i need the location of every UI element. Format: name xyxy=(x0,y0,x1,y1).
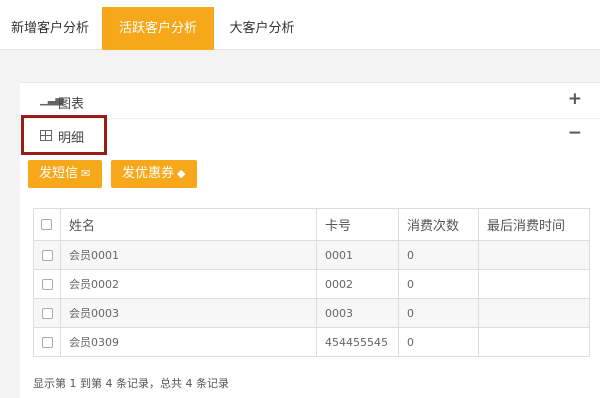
collapse-icon[interactable]: − xyxy=(568,123,582,143)
cell-name: 会员0309 xyxy=(60,327,317,357)
row-select-cell xyxy=(33,327,61,357)
send-coupon-label: 发优惠券 xyxy=(122,166,175,181)
cell-last-visit xyxy=(478,327,590,357)
tab-new-customer-analysis[interactable]: 新增客户分析 xyxy=(0,7,100,50)
cell-name: 会员0001 xyxy=(60,240,317,270)
table-row[interactable]: 会员0309 454455545 0 xyxy=(33,327,590,357)
column-name[interactable]: 姓名 xyxy=(60,208,317,241)
row-select-cell xyxy=(33,298,61,328)
column-visit-count[interactable]: 消费次数 xyxy=(398,208,479,241)
tag-icon: ◆ xyxy=(177,167,186,180)
envelope-icon: ✉ xyxy=(81,167,91,180)
cell-last-visit xyxy=(478,298,590,328)
expand-icon[interactable]: + xyxy=(568,89,582,109)
highlight-box xyxy=(21,115,107,155)
cell-card-number: 0002 xyxy=(316,269,399,299)
pagination-summary: 显示第 1 到第 4 条记录，总共 4 条记录 xyxy=(33,377,229,390)
send-coupon-button[interactable]: 发优惠券 ◆ xyxy=(111,160,197,188)
cell-last-visit xyxy=(478,269,590,299)
cell-card-number: 454455545 xyxy=(316,327,399,357)
cell-visit-count: 0 xyxy=(398,298,479,328)
analysis-panel: ▁▃▅ 图表 + 明细 − 发短信 ✉ 发优惠券 ◆ 姓名 卡号 消费次数 最后消费… xyxy=(20,82,600,398)
column-last-visit[interactable]: 最后消费时间 xyxy=(478,208,590,241)
row-checkbox[interactable] xyxy=(42,308,53,319)
column-card-number[interactable]: 卡号 xyxy=(316,208,399,241)
row-select-cell xyxy=(33,240,61,270)
select-all-cell xyxy=(33,208,61,241)
cell-visit-count: 0 xyxy=(398,269,479,299)
chart-section-label: 图表 xyxy=(58,97,85,112)
chart-section-header[interactable]: ▁▃▅ 图表 + xyxy=(20,85,600,119)
cell-card-number: 0001 xyxy=(316,240,399,270)
tab-key-customer-analysis[interactable]: 大客户分析 xyxy=(214,7,310,50)
send-sms-label: 发短信 xyxy=(39,166,79,181)
cell-name: 会员0002 xyxy=(60,269,317,299)
select-all-checkbox[interactable] xyxy=(41,219,52,230)
cell-visit-count: 0 xyxy=(398,327,479,357)
table-row[interactable]: 会员0003 0003 0 xyxy=(33,298,590,328)
table-row[interactable]: 会员0001 0001 0 xyxy=(33,240,590,270)
row-checkbox[interactable] xyxy=(42,337,53,348)
send-sms-button[interactable]: 发短信 ✉ xyxy=(28,160,102,188)
row-select-cell xyxy=(33,269,61,299)
cell-visit-count: 0 xyxy=(398,240,479,270)
row-checkbox[interactable] xyxy=(42,250,53,261)
detail-section-header[interactable]: 明细 − xyxy=(20,119,600,153)
cell-card-number: 0003 xyxy=(316,298,399,328)
tab-bar: 新增客户分析 活跃客户分析 大客户分析 xyxy=(0,0,600,50)
member-table: 姓名 卡号 消费次数 最后消费时间 会员0001 0001 0 会员0002 0… xyxy=(33,208,590,357)
tab-active-customer-analysis[interactable]: 活跃客户分析 xyxy=(102,7,214,50)
cell-last-visit xyxy=(478,240,590,270)
table-row[interactable]: 会员0002 0002 0 xyxy=(33,269,590,299)
table-header-row: 姓名 卡号 消费次数 最后消费时间 xyxy=(33,208,590,241)
row-checkbox[interactable] xyxy=(42,279,53,290)
cell-name: 会员0003 xyxy=(60,298,317,328)
